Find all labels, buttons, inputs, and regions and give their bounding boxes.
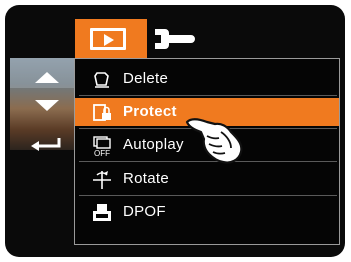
camera-lcd-screen: Delete Protect OFF Autoplay Rotate DPOF: [5, 5, 345, 257]
wrench-icon: [155, 29, 195, 49]
menu-item-dpof[interactable]: DPOF: [75, 198, 339, 226]
protect-icon: [93, 104, 111, 121]
scroll-up-button[interactable]: [15, 65, 79, 89]
delete-icon: [94, 72, 109, 88]
menu-item-label: DPOF: [123, 203, 166, 220]
menu-item-label: Rotate: [123, 170, 169, 187]
menu-item-label: Autoplay: [123, 136, 184, 153]
scroll-down-button[interactable]: [15, 94, 79, 118]
playback-icon: [90, 28, 126, 50]
tab-setup[interactable]: [147, 19, 203, 59]
rotate-icon: [93, 171, 111, 189]
autoplay-off-text: OFF: [94, 149, 110, 157]
return-button[interactable]: [15, 132, 79, 156]
autoplay-icon: OFF: [93, 136, 111, 157]
dpof-print-icon: [93, 204, 111, 221]
menu-divider: [79, 195, 337, 196]
tab-playback[interactable]: [75, 19, 147, 59]
up-arrow-icon: [35, 72, 59, 83]
menu-item-delete[interactable]: Delete: [75, 65, 339, 93]
menu-item-label: Delete: [123, 70, 169, 87]
pointing-hand-icon: [185, 118, 243, 164]
down-arrow-icon: [35, 100, 59, 111]
return-arrow-icon: [31, 138, 61, 151]
menu-item-label: Protect: [123, 103, 177, 120]
menu-divider: [79, 95, 337, 96]
menu-item-rotate[interactable]: Rotate: [75, 165, 339, 193]
